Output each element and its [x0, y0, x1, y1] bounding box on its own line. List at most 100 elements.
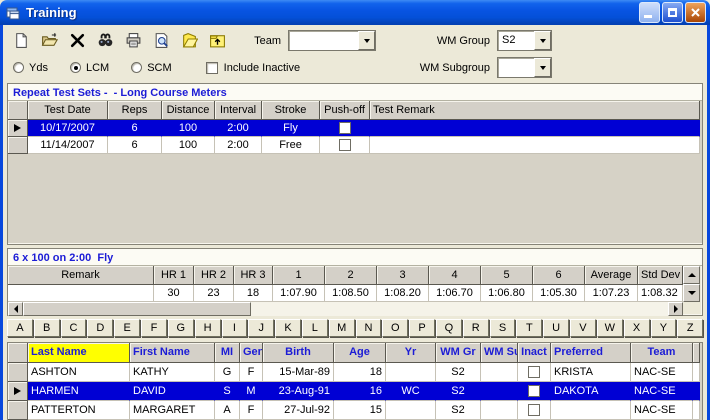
- column-header[interactable]: First Name: [130, 343, 215, 363]
- alphabet-button-h[interactable]: H: [194, 319, 221, 337]
- alphabet-button-u[interactable]: U: [543, 319, 570, 337]
- table-cell[interactable]: [8, 285, 154, 302]
- print-icon[interactable]: [121, 29, 145, 52]
- table-row[interactable]: ASHTON KATHY G F 15-Mar-89 18 S2 KRISTA NAC-SE: [8, 363, 702, 382]
- table-cell[interactable]: [518, 382, 551, 401]
- alphabet-button-l[interactable]: L: [301, 319, 328, 337]
- table-cell[interactable]: [481, 382, 518, 401]
- cell-checkbox[interactable]: [338, 122, 351, 134]
- alphabet-button-q[interactable]: Q: [436, 319, 462, 337]
- table-cell[interactable]: A: [215, 401, 240, 420]
- column-header[interactable]: Last Name: [28, 343, 130, 363]
- table-cell[interactable]: KRISTA: [551, 363, 631, 382]
- table-cell[interactable]: NAC-SE: [631, 363, 693, 382]
- table-cell[interactable]: [386, 363, 436, 382]
- table-cell[interactable]: [370, 137, 700, 154]
- table-cell[interactable]: 23: [194, 285, 234, 302]
- table-cell[interactable]: 1:06.70: [429, 285, 481, 302]
- alphabet-button-g[interactable]: G: [167, 319, 194, 337]
- scroll-up-button[interactable]: [683, 266, 700, 284]
- alphabet-button-y[interactable]: Y: [650, 319, 677, 337]
- table-cell[interactable]: [518, 401, 551, 420]
- table-cell[interactable]: 16: [334, 382, 386, 401]
- table-cell[interactable]: 15-Mar-89: [263, 363, 334, 382]
- table-cell[interactable]: KATHY: [130, 363, 215, 382]
- table-row[interactable]: PATTERTON MARGARET A F 27-Jul-92 15 S2 NAC-SE: [8, 401, 702, 420]
- table-row[interactable]: 11/14/2007 6 100 2:00 Free: [8, 137, 702, 154]
- team-select[interactable]: [288, 30, 376, 51]
- minimize-button[interactable]: [639, 2, 660, 23]
- include-inactive-checkbox[interactable]: [205, 61, 218, 74]
- table-cell[interactable]: NAC-SE: [631, 401, 693, 420]
- table-cell[interactable]: Fly: [262, 120, 320, 137]
- alphabet-button-f[interactable]: F: [141, 319, 167, 337]
- vertical-scrollbar[interactable]: [683, 266, 700, 302]
- column-header[interactable]: Team: [631, 343, 693, 363]
- table-cell[interactable]: 30: [154, 285, 194, 302]
- row-selector[interactable]: [8, 120, 28, 137]
- table-cell[interactable]: S2: [436, 401, 481, 420]
- table-cell[interactable]: WC: [386, 382, 436, 401]
- row-selector[interactable]: [8, 101, 28, 120]
- table-cell[interactable]: F: [240, 401, 263, 420]
- table-cell[interactable]: [518, 363, 551, 382]
- table-cell[interactable]: 100: [162, 120, 215, 137]
- table-cell[interactable]: MARGARET: [130, 401, 215, 420]
- column-header[interactable]: Preferred: [551, 343, 631, 363]
- alphabet-button-v[interactable]: V: [570, 319, 596, 337]
- table-cell[interactable]: PATTERTON: [28, 401, 130, 420]
- alphabet-button-x[interactable]: X: [623, 319, 650, 337]
- chevron-down-icon[interactable]: [534, 58, 551, 77]
- table-cell[interactable]: [481, 401, 518, 420]
- table-cell[interactable]: 1:07.90: [273, 285, 325, 302]
- table-cell[interactable]: HARMEN: [28, 382, 130, 401]
- alphabet-button-s[interactable]: S: [489, 319, 516, 337]
- alphabet-button-i[interactable]: I: [221, 319, 248, 337]
- table-cell[interactable]: [693, 401, 700, 420]
- column-header[interactable]: [693, 343, 700, 363]
- table-cell[interactable]: DAKOTA: [551, 382, 631, 401]
- column-header[interactable]: Birth: [263, 343, 334, 363]
- table-cell[interactable]: 6: [108, 137, 162, 154]
- table-cell[interactable]: [551, 401, 631, 420]
- table-cell[interactable]: 10/17/2007: [28, 120, 108, 137]
- delete-icon[interactable]: [65, 29, 89, 52]
- table-cell[interactable]: 1:08.32: [638, 285, 683, 302]
- row-selector[interactable]: [8, 401, 28, 420]
- table-cell[interactable]: [370, 120, 700, 137]
- table-cell[interactable]: F: [240, 363, 263, 382]
- open-icon[interactable]: [37, 29, 61, 52]
- table-cell[interactable]: 1:06.80: [481, 285, 533, 302]
- table-row[interactable]: HARMEN DAVID S M 23-Aug-91 16 WC S2 DAKOTA NAC-SE: [8, 382, 702, 401]
- table-cell[interactable]: 1:08.50: [325, 285, 377, 302]
- table-cell[interactable]: [693, 363, 700, 382]
- table-cell[interactable]: 1:07.23: [585, 285, 638, 302]
- column-header[interactable]: WM Gr: [436, 343, 481, 363]
- table-cell[interactable]: NAC-SE: [631, 382, 693, 401]
- table-cell[interactable]: 100: [162, 137, 215, 154]
- row-selector[interactable]: [8, 137, 28, 154]
- column-header[interactable]: MI: [215, 343, 240, 363]
- horizontal-scrollbar[interactable]: [8, 302, 683, 316]
- preview-icon[interactable]: [149, 29, 173, 52]
- table-cell[interactable]: DAVID: [130, 382, 215, 401]
- alphabet-button-a[interactable]: A: [7, 319, 33, 337]
- table-cell[interactable]: [320, 137, 370, 154]
- find-icon[interactable]: [93, 29, 117, 52]
- alphabet-button-m[interactable]: M: [328, 319, 355, 337]
- alphabet-button-w[interactable]: W: [596, 319, 623, 337]
- table-cell[interactable]: 11/14/2007: [28, 137, 108, 154]
- table-cell[interactable]: 2:00: [215, 120, 262, 137]
- alphabet-button-r[interactable]: R: [462, 319, 489, 337]
- cell-checkbox[interactable]: [528, 366, 540, 378]
- table-cell[interactable]: S: [215, 382, 240, 401]
- table-cell[interactable]: ASHTON: [28, 363, 130, 382]
- alphabet-button-z[interactable]: Z: [677, 319, 704, 337]
- alphabet-button-p[interactable]: P: [409, 319, 435, 337]
- table-cell[interactable]: 6: [108, 120, 162, 137]
- table-cell[interactable]: 23-Aug-91: [263, 382, 334, 401]
- alphabet-button-j[interactable]: J: [248, 319, 275, 337]
- cell-checkbox[interactable]: [338, 139, 351, 151]
- alphabet-button-e[interactable]: E: [114, 319, 141, 337]
- alphabet-button-d[interactable]: D: [87, 319, 114, 337]
